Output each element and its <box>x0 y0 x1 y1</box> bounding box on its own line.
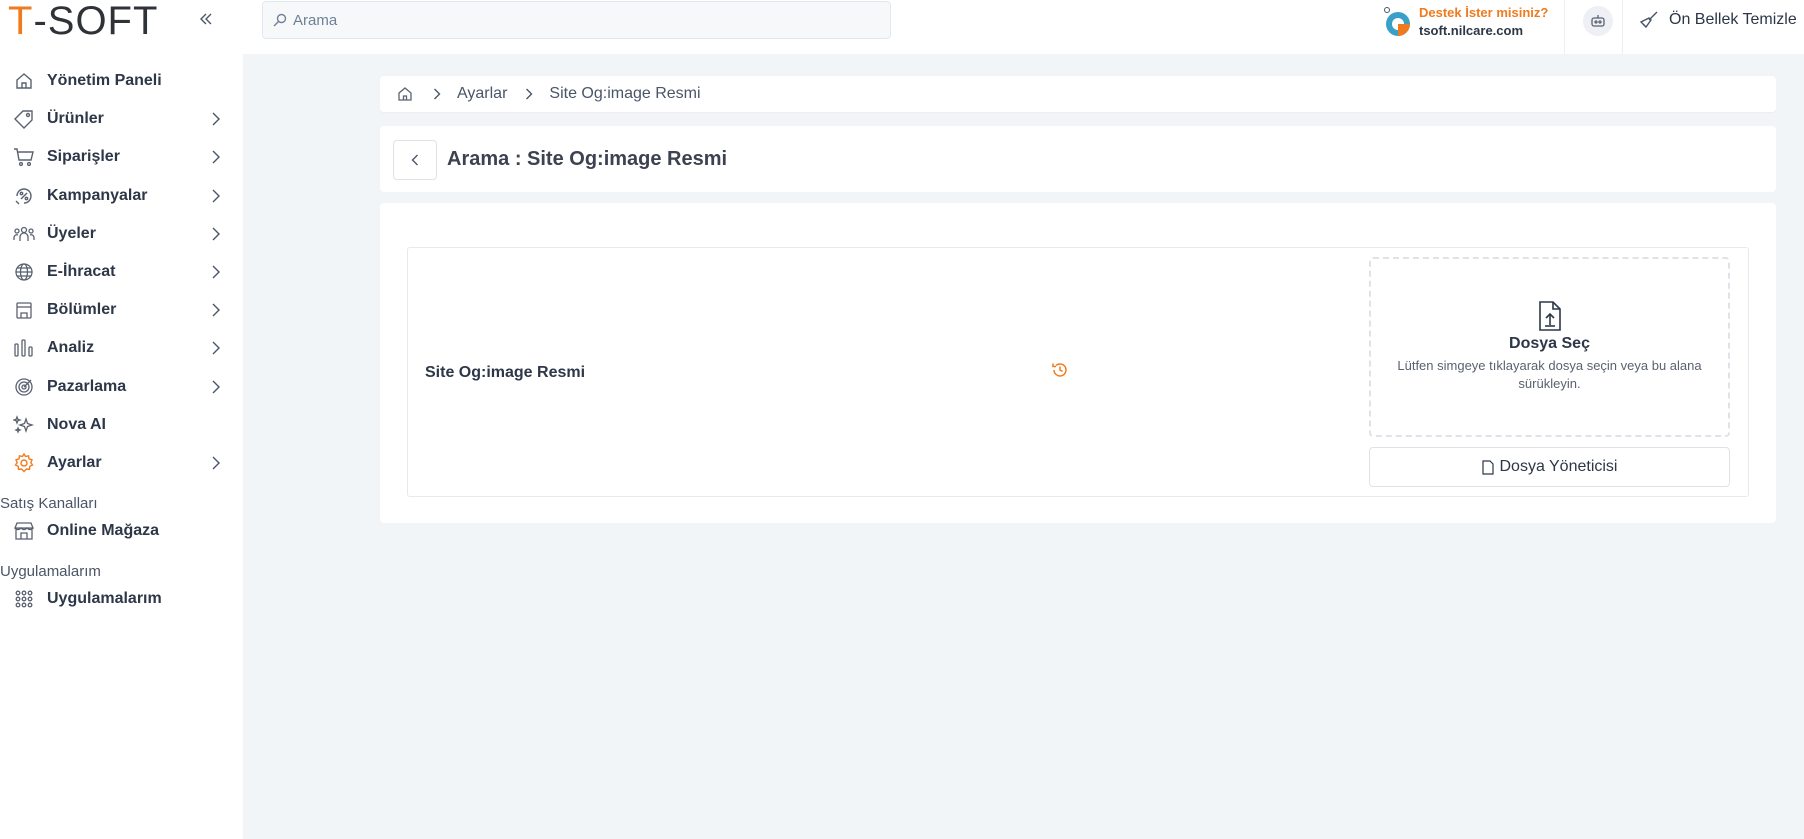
og-image-field-row: Site Og:image Resmi Dosya Seç Lütfen sim… <box>407 247 1749 497</box>
users-icon <box>12 222 36 246</box>
apps-grid-icon <box>12 587 36 611</box>
discount-icon <box>12 184 36 208</box>
chevron-right-icon <box>212 265 224 279</box>
chevron-right-icon <box>212 150 224 164</box>
chevron-right-icon <box>212 380 224 394</box>
chevron-right-icon <box>212 189 224 203</box>
sidebar-item-label: Ayarlar <box>47 453 102 471</box>
support-text: Destek İster misiniz? tsoft.nilcare.com <box>1419 4 1548 40</box>
section-sales-channels: Satış Kanalları <box>0 495 98 513</box>
dropzone-title: Dosya Seç <box>1509 335 1590 352</box>
double-chevron-left-icon <box>200 13 212 25</box>
chevron-left-icon <box>411 154 418 166</box>
robot-icon <box>1591 15 1605 27</box>
top-header: Destek İster misiniz? tsoft.nilcare.com … <box>243 0 1804 54</box>
sidebar-item-my-apps[interactable]: Uygulamalarım <box>0 580 243 618</box>
sidebar-item-online-store[interactable]: Online Mağaza <box>0 512 243 550</box>
file-manager-button[interactable]: Dosya Yöneticisi <box>1369 447 1730 487</box>
sidebar-item-label: Uygulamalarım <box>47 590 162 608</box>
ai-assistant-button[interactable] <box>1583 6 1613 36</box>
sidebar-item-label: Yönetim Paneli <box>47 72 162 90</box>
search-box[interactable] <box>262 1 891 39</box>
history-icon[interactable] <box>1051 361 1069 379</box>
collapse-sidebar-button[interactable] <box>196 8 216 30</box>
page-header: Arama : Site Og:image Resmi <box>380 126 1776 192</box>
dropzone-hint: Lütfen simgeye tıklayarak dosya seçin ve… <box>1397 358 1702 391</box>
store-icon <box>12 519 36 543</box>
chevron-right-icon <box>212 303 224 317</box>
calendar-icon <box>12 298 36 322</box>
sidebar-item-orders[interactable]: Siparişler <box>0 138 243 176</box>
search-icon <box>273 13 287 27</box>
sidebar-item-products[interactable]: Ürünler <box>0 100 243 138</box>
support-question: Destek İster misiniz? <box>1419 5 1549 20</box>
globe-icon <box>12 260 36 284</box>
breadcrumb-item-current: Site Og:image Resmi <box>549 85 701 102</box>
sparkles-icon <box>12 413 36 437</box>
chevron-right-icon <box>212 456 224 470</box>
sidebar-item-sections[interactable]: Bölümler <box>0 291 243 329</box>
cart-icon <box>12 145 36 169</box>
sidebar-item-nova-ai[interactable]: Nova AI <box>0 406 243 444</box>
gear-icon <box>12 451 36 475</box>
sidebar-item-label: Siparişler <box>47 148 120 166</box>
chevron-right-icon <box>525 88 535 100</box>
support-robot-icon <box>1383 5 1413 39</box>
search-input[interactable] <box>293 11 873 29</box>
sidebar-item-campaigns[interactable]: Kampanyalar <box>0 177 243 215</box>
sidebar-item-marketing[interactable]: Pazarlama <box>0 368 243 406</box>
chevron-right-icon <box>212 227 224 241</box>
sidebar: T -SOFT Yönetim Paneli Ürünler Siparişler… <box>0 0 243 839</box>
page-title: Arama : Site Og:image Resmi <box>447 148 728 170</box>
sidebar-nav: Yönetim Paneli Ürünler Siparişler Kampan… <box>0 62 243 618</box>
breadcrumb: Ayarlar Site Og:image Resmi <box>380 76 1776 112</box>
clear-cache-button[interactable]: Ön Bellek Temizle <box>1639 0 1797 40</box>
file-dropzone[interactable]: Dosya Seç Lütfen simgeye tıklayarak dosy… <box>1369 257 1730 437</box>
sidebar-item-label: Nova AI <box>47 415 106 433</box>
header-divider <box>1622 0 1623 54</box>
chevron-right-icon <box>212 341 224 355</box>
sidebar-item-label: Üyeler <box>47 224 96 242</box>
chevron-right-icon <box>433 88 443 100</box>
chevron-right-icon <box>212 112 224 126</box>
home-icon[interactable] <box>397 85 415 103</box>
support-domain: tsoft.nilcare.com <box>1419 23 1524 38</box>
sidebar-item-dashboard[interactable]: Yönetim Paneli <box>0 62 243 100</box>
settings-panel: Site Og:image Resmi Dosya Seç Lütfen sim… <box>380 203 1776 523</box>
sidebar-item-analytics[interactable]: Analiz <box>0 329 243 367</box>
sidebar-item-label: Bölümler <box>47 301 117 319</box>
sidebar-item-export[interactable]: E-İhracat <box>0 253 243 291</box>
logo-rest: -SOFT <box>33 0 159 43</box>
sidebar-item-label: E-İhracat <box>47 263 116 281</box>
file-icon <box>1481 459 1496 475</box>
sidebar-item-label: Kampanyalar <box>47 186 148 204</box>
sidebar-item-settings[interactable]: Ayarlar <box>0 444 243 482</box>
tag-icon <box>12 107 36 131</box>
sidebar-item-label: Pazarlama <box>47 377 127 395</box>
breadcrumb-item-settings[interactable]: Ayarlar <box>457 85 507 103</box>
target-icon <box>12 375 36 399</box>
clear-cache-label: Ön Bellek Temizle <box>1669 11 1797 28</box>
chart-icon <box>12 336 36 360</box>
sidebar-item-label: Ürünler <box>47 110 104 128</box>
sidebar-item-label: Analiz <box>47 339 95 357</box>
broom-icon <box>1639 9 1661 31</box>
file-manager-label: Dosya Yöneticisi <box>1499 458 1618 475</box>
header-divider <box>1564 0 1565 54</box>
sidebar-item-members[interactable]: Üyeler <box>0 215 243 253</box>
logo-letter-t: T <box>8 0 34 43</box>
support-link[interactable]: Destek İster misiniz? tsoft.nilcare.com <box>1383 2 1548 42</box>
field-label: Site Og:image Resmi <box>425 364 586 381</box>
file-upload-icon <box>1538 301 1561 331</box>
home-icon <box>12 69 36 93</box>
sidebar-item-label: Online Mağaza <box>47 522 160 540</box>
tsoft-logo[interactable]: T -SOFT <box>8 0 159 43</box>
back-button[interactable] <box>393 140 437 180</box>
section-my-apps: Uygulamalarım <box>0 563 101 581</box>
